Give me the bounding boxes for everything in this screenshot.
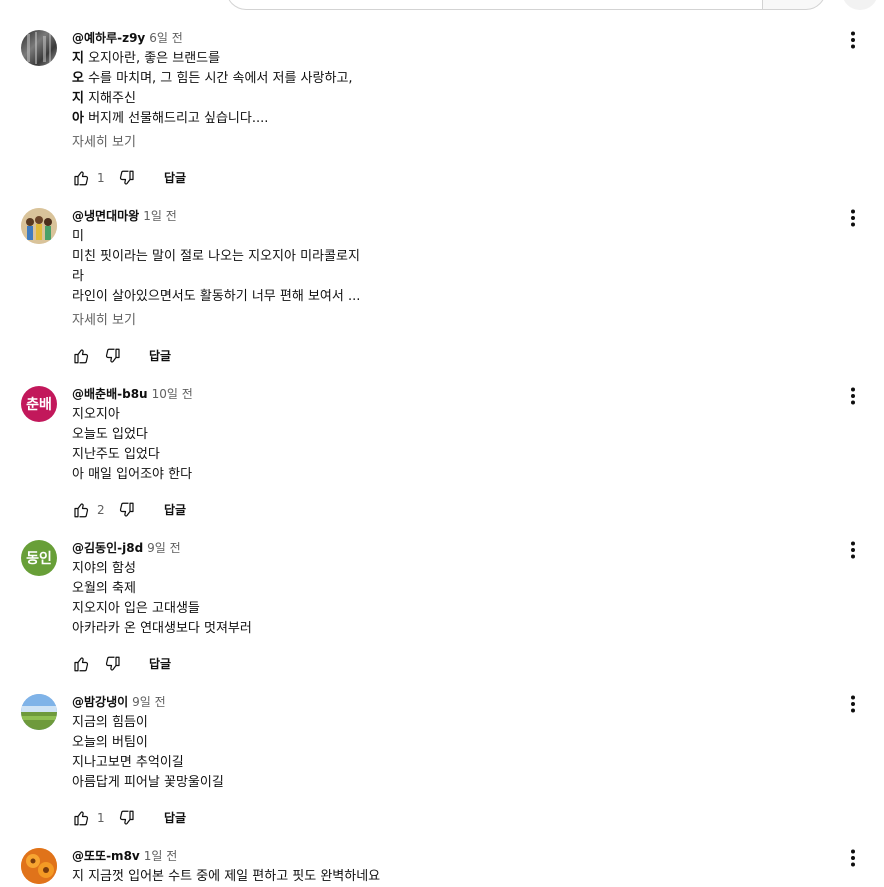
comment-actions: 1 답글 (72, 801, 832, 837)
read-more-link[interactable]: 자세히 보기 (72, 311, 832, 331)
comment-author[interactable]: @배춘배-b8u (72, 387, 148, 401)
comment-line: 지오지아 입은 고대생들 (72, 601, 200, 616)
comment-line: 오월의 축제 (72, 581, 136, 596)
like-icon[interactable] (72, 169, 90, 187)
more-options-icon[interactable] (843, 386, 863, 406)
comment-line: 미친 핏이라는 말이 절로 나오는 지오지아 미라콜로지 (72, 249, 360, 264)
comment-text: 지금의 힘듬이 오늘의 버팀이 지나고보면 추억이길 아름답게 피어날 꽃망울이… (72, 713, 832, 793)
like-icon[interactable] (72, 347, 90, 365)
more-options-icon[interactable] (843, 848, 863, 868)
comment-line: 지 지해주신 (72, 91, 136, 106)
dislike-icon[interactable] (104, 655, 122, 673)
comment-text: 지 오지아란, 좋은 브랜드를 오 수를 마치며, 그 힘든 시간 속에서 저를… (72, 49, 832, 129)
more-options-icon[interactable] (843, 30, 863, 50)
more-options-icon[interactable] (843, 540, 863, 560)
comment-author[interactable]: @김동인-j8d (72, 541, 143, 555)
comment-actions: 1 답글 (72, 161, 832, 197)
reply-button[interactable]: 답글 (164, 502, 186, 518)
comment-text: 지오지아 오늘도 입었다 지난주도 입었다 아 매일 입어조야 한다 (72, 405, 832, 485)
comment-line: 아름답게 피어날 꽃망울이길 (72, 775, 224, 790)
dislike-icon[interactable] (118, 501, 136, 519)
avatar-initials: 동인 (26, 551, 52, 567)
comment-author[interactable]: @또또-m8v (72, 849, 140, 863)
comment-actions: 2 답글 (72, 493, 832, 529)
reply-button[interactable]: 답글 (164, 810, 186, 826)
comment-line: 라 (72, 269, 84, 284)
search-button[interactable] (762, 0, 826, 10)
comment-author[interactable]: @예하루-z9y (72, 31, 145, 45)
reply-button[interactable]: 답글 (149, 348, 171, 364)
more-options-icon[interactable] (843, 694, 863, 714)
like-count: 2 (97, 503, 105, 517)
like-count: 1 (97, 171, 105, 185)
comment-line: 아 버지께 선물해드리고 싶습니다.... (72, 111, 269, 126)
comment-time[interactable]: 6일 전 (149, 31, 183, 45)
dislike-icon[interactable] (118, 809, 136, 827)
comment-line: 오늘의 버팀이 (72, 735, 148, 750)
comment-line: 아 매일 입어조야 한다 (72, 467, 193, 482)
search-input[interactable] (226, 0, 763, 10)
comment-line: 오늘도 입었다 (72, 427, 148, 442)
comment-line: 오 수를 마치며, 그 힘든 시간 속에서 저를 사랑하고, (72, 71, 353, 86)
comment-line: 지금의 힘듬이 (72, 715, 148, 730)
comment-actions: 답글 (72, 339, 832, 375)
comment-text: 미 미친 핏이라는 말이 절로 나오는 지오지아 미라콜로지 라 라인이 살아있… (72, 227, 832, 307)
avatar[interactable]: 춘배 (21, 386, 57, 422)
comment-time[interactable]: 9일 전 (147, 541, 181, 555)
comment-actions: 답글 (72, 647, 832, 683)
reply-button[interactable]: 답글 (164, 170, 186, 186)
comment-author[interactable]: @냉면대마왕 (72, 209, 139, 223)
avatar[interactable]: 동인 (21, 540, 57, 576)
comment-line: 지오지아 (72, 407, 120, 422)
comment-time[interactable]: 10일 전 (152, 387, 193, 401)
more-options-icon[interactable] (843, 208, 863, 228)
avatar[interactable] (21, 30, 57, 66)
comment-time[interactable]: 1일 전 (144, 849, 178, 863)
comment-text: 지야의 함성 오월의 축제 지오지아 입은 고대생들 아카라카 온 연대생보다 … (72, 559, 832, 639)
like-count: 1 (97, 811, 105, 825)
comment-line: 지나고보면 추억이길 (72, 755, 184, 770)
comment-author[interactable]: @밤강냉이 (72, 695, 128, 709)
avatar[interactable] (21, 694, 57, 730)
avatar-initials: 춘배 (26, 397, 52, 413)
voice-search-button[interactable] (842, 0, 878, 10)
comment-text: 지 지금껏 입어본 수트 중에 제일 편하고 핏도 완벽하네요 (72, 867, 832, 887)
dislike-icon[interactable] (118, 169, 136, 187)
comment-line: 지야의 함성 (72, 561, 136, 576)
comment-line: 지 오지아란, 좋은 브랜드를 (72, 51, 221, 66)
comment-line: 지난주도 입었다 (72, 447, 160, 462)
dislike-icon[interactable] (104, 347, 122, 365)
comment-time[interactable]: 1일 전 (143, 209, 177, 223)
read-more-link[interactable]: 자세히 보기 (72, 133, 832, 153)
like-icon[interactable] (72, 809, 90, 827)
comment-line: 아카라카 온 연대생보다 멋져부러 (72, 621, 252, 636)
comment-line: 지 지금껏 입어본 수트 중에 제일 편하고 핏도 완벽하네요 (72, 869, 381, 884)
comment-line: 미 (72, 229, 84, 244)
comment-time[interactable]: 9일 전 (132, 695, 166, 709)
avatar[interactable] (21, 208, 57, 244)
like-icon[interactable] (72, 655, 90, 673)
reply-button[interactable]: 답글 (149, 656, 171, 672)
like-icon[interactable] (72, 501, 90, 519)
comment-line: 라인이 살아있으면서도 활동하기 너무 편해 보여서 ... (72, 289, 361, 304)
avatar[interactable] (21, 848, 57, 884)
top-bar (0, 0, 884, 14)
